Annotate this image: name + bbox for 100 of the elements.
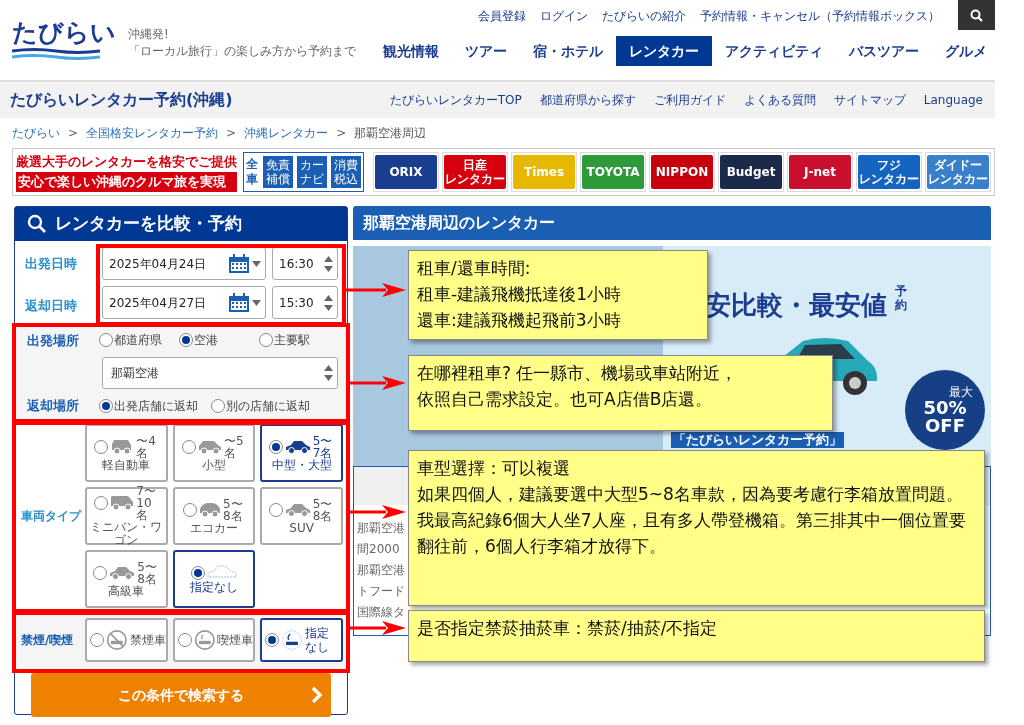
vehicle-option[interactable]: 7〜10名 ミニバン・ワゴン <box>85 487 168 545</box>
page-title: たびらいレンタカー予約(沖縄) <box>10 89 233 111</box>
feature-badge: カーナビ <box>297 156 327 188</box>
radio-button[interactable] <box>259 333 273 348</box>
breadcrumb-item[interactable]: 沖縄レンタカー <box>244 124 329 142</box>
radio-button[interactable] <box>183 502 197 517</box>
brand-logo: Budget <box>720 155 782 189</box>
feature-badge: 免責補償 <box>263 156 293 188</box>
wave-icon <box>12 48 100 60</box>
banner-text: 厳選大手のレンタカーを格安でご提供 <box>16 153 237 171</box>
subnav-link[interactable]: たびらいレンタカーTOP <box>389 91 522 109</box>
vehicle-option[interactable]: 5〜8名 エコカー <box>172 487 256 545</box>
subnav-link[interactable]: よくある質問 <box>743 91 816 109</box>
vehicle-label: 中型・大型 <box>270 458 333 472</box>
body-text: トフード <box>357 583 405 600</box>
radio-button[interactable] <box>182 439 196 454</box>
note-text: 車型選擇：可以複選 <box>417 457 571 480</box>
radio-button[interactable] <box>90 633 104 647</box>
vehicle-option[interactable]: 5〜8名 SUV <box>260 487 343 545</box>
radio-button[interactable] <box>179 333 193 348</box>
ad-caption: 「たびらいレンタカー予約」 <box>671 432 844 448</box>
option-label: 指定なし <box>305 626 331 654</box>
smoking-option[interactable]: 喫煙車 <box>172 618 256 662</box>
breadcrumb-item[interactable]: 全国格安レンタカー予約 <box>86 124 219 142</box>
capacity-text: 5〜7名 <box>312 434 334 459</box>
place-select[interactable]: 那覇空港 <box>102 357 338 389</box>
radio-button[interactable] <box>191 565 205 580</box>
vehicle-option[interactable]: 指定なし <box>172 550 256 608</box>
radio-button[interactable] <box>265 633 280 647</box>
note-text: 租車/還車時間: <box>417 257 532 280</box>
body-text: 国際線タ <box>357 604 405 621</box>
brand-logo: ダイドー レンタカー <box>927 155 989 189</box>
arrow <box>350 505 406 519</box>
radio-button[interactable] <box>94 496 109 510</box>
vehicle-option[interactable]: 5〜8名 高級車 <box>85 550 168 608</box>
top-link[interactable]: 予約情報・キャンセル（予約情報ボックス） <box>700 7 940 25</box>
body-text: 那覇空港 <box>357 520 405 537</box>
top-link[interactable]: たびらいの紹介 <box>602 7 686 25</box>
note-text: 是否指定禁菸抽菸車：禁菸/抽菸/不指定 <box>417 617 719 640</box>
arrow <box>350 621 406 635</box>
brand-logo: ORIX <box>375 155 437 189</box>
nav-tab[interactable]: 宿・ホテル <box>520 36 616 66</box>
option-label: 禁煙車 <box>129 632 166 649</box>
time-field[interactable]: 16:30 <box>272 247 338 280</box>
radio-label: 主要駅 <box>274 332 310 350</box>
feature-label: 全車 <box>246 157 259 187</box>
breadcrumb-separator: > <box>226 125 237 142</box>
time-field[interactable]: 15:30 <box>272 286 338 319</box>
breadcrumb-item[interactable]: たびらい <box>12 124 60 142</box>
top-link[interactable]: ログイン <box>540 7 588 25</box>
nav-tab[interactable]: ツアー <box>452 36 520 66</box>
field-label: 車両タイプ <box>20 508 83 525</box>
search-button[interactable] <box>958 0 995 30</box>
subnav-link[interactable]: 都道府県から探す <box>539 91 636 109</box>
radio-button[interactable] <box>268 439 283 454</box>
note-text: 我最高紀錄6個大人坐7人座，且有多人帶登機箱。第三排其中一個位置要翻往前，6個人行李箱才放得下。 <box>417 509 967 558</box>
note-text: 還車:建議飛機起飛前3小時 <box>417 309 622 332</box>
nav-tab[interactable]: アクティビティ <box>712 36 836 66</box>
site-logo[interactable]: たびらい <box>12 18 116 48</box>
subnav-link[interactable]: ご利用ガイド <box>653 91 726 109</box>
radio-button[interactable] <box>268 502 283 517</box>
note-text: 依照自己需求設定。也可A店借B店還。 <box>417 388 714 411</box>
vehicle-option[interactable]: 〜5名 小型 <box>172 424 256 482</box>
field-label: 返却場所 <box>27 397 80 415</box>
nav-tab[interactable]: バスツアー <box>836 36 932 66</box>
radio-button[interactable] <box>177 633 192 647</box>
car-icon <box>284 502 311 517</box>
radio-button[interactable] <box>94 439 109 454</box>
tagline: 「ローカル旅行」の楽しみ方から予約まで <box>128 43 356 60</box>
radio-button[interactable] <box>211 398 225 413</box>
vehicle-option[interactable]: 5〜7名 中型・大型 <box>260 424 343 482</box>
nav-tab[interactable]: グルメ <box>932 36 1000 66</box>
nav-tab[interactable]: レンタカー <box>616 36 712 66</box>
vehicle-option[interactable]: 〜4名 軽自動車 <box>85 424 168 482</box>
radio-button[interactable] <box>99 333 113 348</box>
smoking-option[interactable]: 禁煙車 <box>85 618 168 662</box>
top-link[interactable]: 会員登録 <box>478 7 526 25</box>
note-text: 租車-建議飛機抵達後1小時 <box>417 283 622 306</box>
car-icon <box>284 439 311 454</box>
radio-label: 出発店舗に返却 <box>114 397 198 415</box>
date-field[interactable]: 2025年04月24日 <box>102 247 266 280</box>
nav-tab[interactable]: 観光情報 <box>370 36 452 66</box>
radio-button[interactable] <box>93 565 108 580</box>
radio-button[interactable] <box>99 398 113 413</box>
vehicle-label: ミニバン・ワゴン <box>89 521 164 547</box>
note-text: 如果四個人，建議要選中大型5~8名車款，因為要考慮行李箱放置問題。 <box>417 483 964 506</box>
brand-logo: フジ レンタカー <box>858 155 920 189</box>
subnav-link[interactable]: サイトマップ <box>833 91 906 109</box>
smoking-option[interactable]: 指定なし <box>260 618 343 662</box>
banner-text: 安心で楽しい沖縄のクルマ旅を実現 <box>16 172 237 192</box>
calendar-icon <box>228 292 250 313</box>
vehicle-label: エコカー <box>189 521 238 535</box>
section-header: 那覇空港周辺のレンタカー <box>353 206 991 240</box>
ad-headline: 予約 <box>895 284 908 312</box>
radio-label: 都道府県 <box>114 332 162 350</box>
date-field[interactable]: 2025年04月27日 <box>102 286 266 319</box>
car-icon <box>198 438 222 455</box>
cigarette-icon <box>281 629 304 651</box>
breadcrumb-separator: > <box>336 125 347 142</box>
subnav-link[interactable]: Language <box>923 91 983 109</box>
